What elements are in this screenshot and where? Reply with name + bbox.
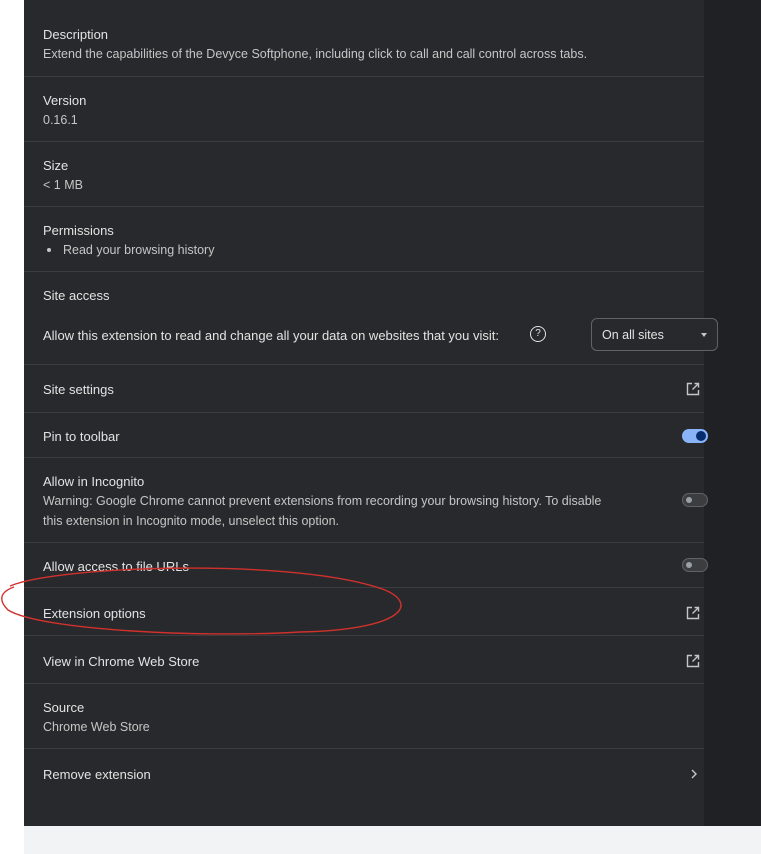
open-in-new-icon[interactable]	[686, 654, 700, 668]
open-in-new-icon[interactable]	[686, 606, 700, 620]
remove-extension-label: Remove extension	[43, 767, 151, 782]
open-in-new-icon[interactable]	[686, 382, 700, 396]
incognito-row: Allow in Incognito Warning: Google Chrom…	[24, 457, 708, 542]
pin-toolbar-toggle[interactable]	[682, 429, 708, 443]
size-row: Size < 1 MB	[24, 141, 704, 206]
source-row: Source Chrome Web Store	[24, 683, 704, 748]
page-bottom-edge	[24, 826, 761, 854]
version-value: 0.16.1	[43, 113, 78, 127]
chevron-right-icon	[691, 769, 697, 779]
incognito-label: Allow in Incognito	[43, 474, 145, 489]
toggle-knob	[686, 562, 692, 568]
site-access-label: Site access	[43, 288, 110, 303]
permissions-row: Permissions Read your browsing history	[24, 206, 704, 271]
site-settings-row[interactable]: Site settings	[24, 364, 704, 412]
file-urls-label: Allow access to file URLs	[43, 559, 189, 574]
help-icon[interactable]: ?	[530, 326, 546, 342]
permission-item: Read your browsing history	[63, 243, 215, 257]
site-access-select[interactable]: On all sites	[591, 318, 718, 351]
incognito-toggle[interactable]	[682, 493, 708, 507]
source-label: Source	[43, 700, 85, 715]
extension-options-label: Extension options	[43, 606, 146, 621]
version-row: Version 0.16.1	[24, 76, 704, 141]
description-text: Extend the capabilities of the Devyce So…	[43, 47, 588, 61]
pin-toolbar-label: Pin to toolbar	[43, 429, 120, 444]
size-value: < 1 MB	[43, 178, 83, 192]
pin-toolbar-row: Pin to toolbar	[24, 412, 708, 457]
file-urls-toggle[interactable]	[682, 558, 708, 572]
bullet	[47, 248, 51, 252]
version-label: Version	[43, 93, 87, 108]
toggle-knob	[686, 497, 692, 503]
web-store-row[interactable]: View in Chrome Web Store	[24, 635, 704, 683]
remove-extension-row[interactable]: Remove extension	[24, 748, 704, 798]
file-urls-row: Allow access to file URLs	[24, 542, 708, 587]
incognito-warning-line2: this extension in Incognito mode, unsele…	[43, 514, 340, 528]
site-access-prompt: Allow this extension to read and change …	[43, 328, 499, 343]
description-label: Description	[43, 27, 109, 42]
permissions-label: Permissions	[43, 223, 114, 238]
site-settings-label: Site settings	[43, 382, 114, 397]
extension-options-row[interactable]: Extension options	[24, 587, 704, 635]
description-row: Description Extend the capabilities of t…	[24, 0, 704, 76]
size-label: Size	[43, 158, 69, 173]
extension-details-card: Description Extend the capabilities of t…	[24, 0, 718, 826]
site-access-row: Site access Allow this extension to read…	[24, 271, 718, 364]
dropdown-caret-icon	[701, 333, 707, 337]
source-value: Chrome Web Store	[43, 720, 150, 734]
site-access-select-value: On all sites	[602, 328, 664, 342]
incognito-warning-line1: Warning: Google Chrome cannot prevent ex…	[43, 494, 602, 508]
toggle-knob	[696, 431, 706, 441]
web-store-label: View in Chrome Web Store	[43, 654, 200, 669]
